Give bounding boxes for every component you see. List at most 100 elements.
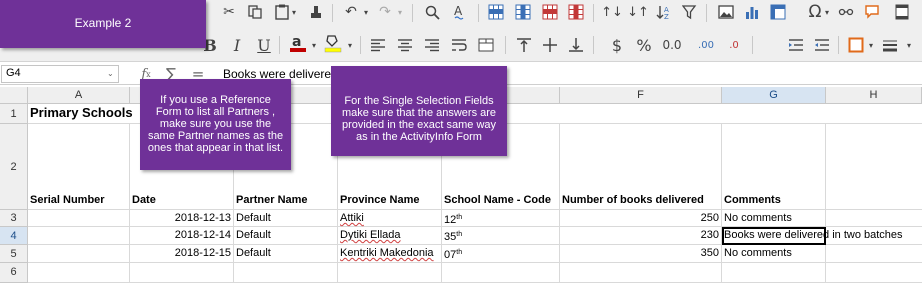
name-box-dropdown-icon[interactable]: ⌄ xyxy=(107,69,114,78)
clear-formatting-icon[interactable] xyxy=(306,2,326,22)
cell-books[interactable]: 250 xyxy=(560,210,722,227)
undo-icon[interactable]: ↶ xyxy=(341,2,361,22)
cell-h2[interactable] xyxy=(826,124,922,210)
row-header-6[interactable]: 6 xyxy=(0,263,28,283)
cell-province[interactable]: Dytiki Ellada xyxy=(338,227,442,245)
cell-date[interactable]: 2018-12-15 xyxy=(130,245,234,263)
undo-dropdown-icon[interactable]: ▾ xyxy=(361,2,371,22)
cell-date[interactable]: 2018-12-13 xyxy=(130,210,234,227)
align-bottom-icon[interactable] xyxy=(566,35,586,55)
cell-a4[interactable] xyxy=(28,227,130,245)
align-middle-icon[interactable] xyxy=(540,35,560,55)
chart-icon[interactable] xyxy=(742,2,762,22)
cell-province[interactable]: Kentriki Makedonia xyxy=(338,245,442,263)
row-icon[interactable] xyxy=(486,2,506,22)
column-icon[interactable] xyxy=(513,2,533,22)
background-color-icon[interactable] xyxy=(323,33,343,53)
cell-f6[interactable] xyxy=(560,263,722,283)
special-character-dropdown-icon[interactable]: ▾ xyxy=(822,2,832,22)
cell-h6[interactable] xyxy=(826,263,922,283)
redo-dropdown-icon[interactable]: ▾ xyxy=(395,2,405,22)
pivot-table-icon[interactable] xyxy=(768,2,788,22)
select-all-corner[interactable] xyxy=(0,87,28,104)
align-center-icon[interactable] xyxy=(395,35,415,55)
italic-icon[interactable]: I xyxy=(227,35,247,55)
autofilter-icon[interactable] xyxy=(680,2,700,22)
number-format-icon[interactable]: 0.0 xyxy=(660,35,684,55)
increase-indent-icon[interactable] xyxy=(786,35,806,55)
cell-comments[interactable]: No comments xyxy=(722,245,826,263)
row-header-2[interactable]: 2 xyxy=(0,124,28,210)
font-color-dropdown-icon[interactable]: ▾ xyxy=(309,35,319,55)
border-style-icon[interactable] xyxy=(880,35,900,55)
cell-province[interactable]: Attiki xyxy=(338,210,442,227)
cell-books[interactable]: 350 xyxy=(560,245,722,263)
align-top-icon[interactable] xyxy=(514,35,534,55)
row-header-1[interactable]: 1 xyxy=(0,104,28,124)
cell-school[interactable]: 12th xyxy=(442,210,560,227)
sort-descending-icon[interactable]: ↓↑ xyxy=(627,2,649,22)
cell-school[interactable]: 07th xyxy=(442,245,560,263)
cell-b6[interactable] xyxy=(130,263,234,283)
header-comments[interactable]: Comments xyxy=(722,124,826,210)
row-header-4[interactable]: 4 xyxy=(0,227,28,245)
decrease-indent-icon[interactable] xyxy=(812,35,832,55)
border-style-dropdown-icon[interactable]: ▾ xyxy=(904,35,914,55)
background-color-dropdown-icon[interactable]: ▾ xyxy=(345,35,355,55)
cell-partner[interactable]: Default xyxy=(234,245,338,263)
cell-g6[interactable] xyxy=(722,263,826,283)
cell-partner[interactable]: Default xyxy=(234,210,338,227)
header-serial-number[interactable]: Serial Number xyxy=(28,124,130,210)
delete-column-icon[interactable] xyxy=(566,2,586,22)
currency-icon[interactable]: $ xyxy=(607,35,627,55)
cell-a6[interactable] xyxy=(28,263,130,283)
add-decimal-icon[interactable]: .00 xyxy=(694,35,718,55)
column-header-g[interactable]: G xyxy=(722,87,826,104)
borders-dropdown-icon[interactable]: ▾ xyxy=(866,35,876,55)
font-color-icon[interactable]: a xyxy=(288,33,308,53)
align-left-icon[interactable] xyxy=(368,35,388,55)
spelling-icon[interactable]: A xyxy=(450,2,470,22)
cell-comments-selected[interactable]: Books were delivered in two batches xyxy=(722,227,903,245)
clone-formatting-icon[interactable] xyxy=(245,2,265,22)
cell-c6[interactable] xyxy=(234,263,338,283)
cell-books[interactable]: 230 xyxy=(560,227,722,245)
formula-input[interactable]: Books were delivered in two batches xyxy=(220,65,920,83)
align-right-icon[interactable] xyxy=(422,35,442,55)
merge-cells-icon[interactable] xyxy=(476,35,496,55)
column-header-f[interactable]: F xyxy=(560,87,722,104)
cell-a5[interactable] xyxy=(28,245,130,263)
row-header-5[interactable]: 5 xyxy=(0,245,28,263)
delete-decimal-icon[interactable]: .0 xyxy=(722,35,746,55)
hyperlink-icon[interactable] xyxy=(836,2,856,22)
cell-partner[interactable]: Default xyxy=(234,227,338,245)
header-books-delivered[interactable]: Number of books delivered xyxy=(560,124,722,210)
comment-icon[interactable] xyxy=(862,2,882,22)
name-box[interactable]: G4 xyxy=(1,65,119,83)
cell-e6[interactable] xyxy=(442,263,560,283)
cell-date[interactable]: 2018-12-14 xyxy=(130,227,234,245)
sort-icon[interactable]: AZ xyxy=(654,2,674,22)
sort-ascending-icon[interactable]: ↑↓ xyxy=(601,2,623,22)
column-header-a[interactable]: A xyxy=(28,87,130,104)
row-header-3[interactable]: 3 xyxy=(0,210,28,227)
wrap-text-icon[interactable] xyxy=(449,35,469,55)
cell-a3[interactable] xyxy=(28,210,130,227)
redo-icon[interactable]: ↷ xyxy=(375,2,395,22)
image-icon[interactable] xyxy=(716,2,736,22)
cut-icon[interactable]: ✂ xyxy=(219,2,239,22)
column-header-h[interactable]: H xyxy=(826,87,922,104)
cell-school[interactable]: 35th xyxy=(442,227,560,245)
cell-d6[interactable] xyxy=(338,263,442,283)
headers-footers-icon[interactable] xyxy=(892,2,912,22)
underline-icon[interactable]: U xyxy=(254,35,274,55)
toolbar-separator xyxy=(593,4,594,22)
cell-comments[interactable]: No comments xyxy=(722,210,826,227)
find-icon[interactable] xyxy=(422,2,442,22)
cell-h5[interactable] xyxy=(826,245,922,263)
percent-icon[interactable]: % xyxy=(634,35,654,55)
paste-dropdown-icon[interactable]: ▾ xyxy=(289,2,299,22)
delete-row-icon[interactable] xyxy=(540,2,560,22)
borders-icon[interactable] xyxy=(846,35,866,55)
cell-h3[interactable] xyxy=(826,210,922,227)
